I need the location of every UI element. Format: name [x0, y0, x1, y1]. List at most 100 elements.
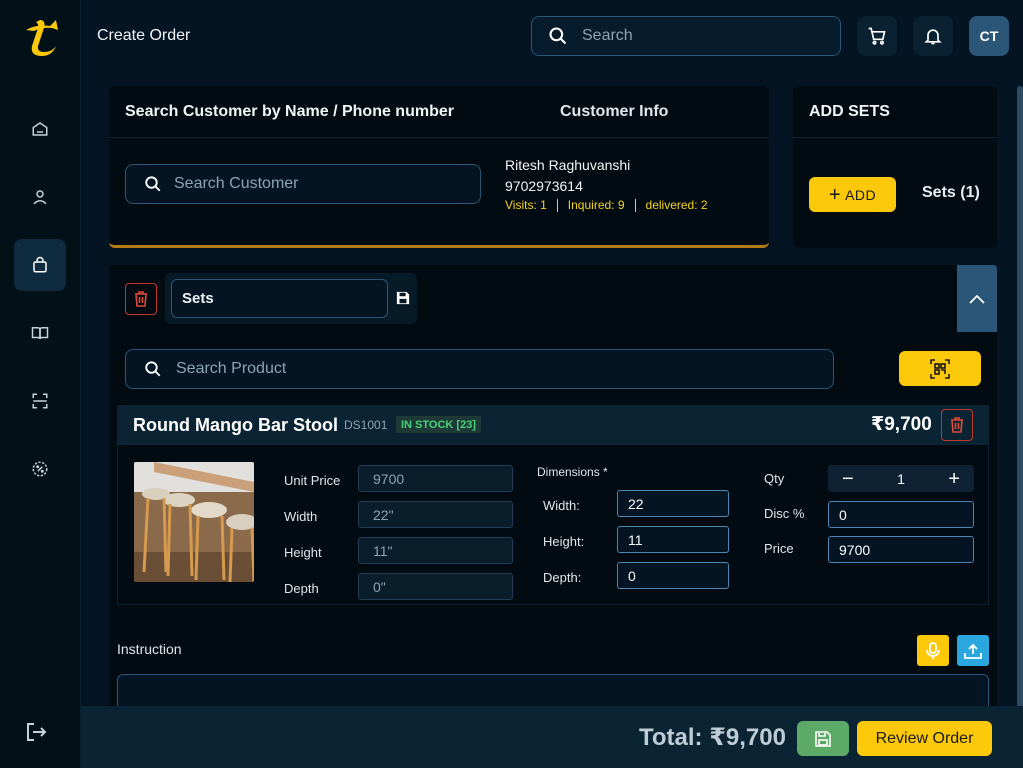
upload-button[interactable]: [957, 635, 989, 666]
scrollbar[interactable]: [1017, 86, 1023, 756]
trash-icon: [135, 291, 147, 307]
bell-icon: [924, 29, 942, 45]
price-input[interactable]: 9700: [828, 536, 974, 563]
customer-search[interactable]: [125, 164, 481, 204]
delete-set-button[interactable]: [125, 283, 157, 315]
search-icon: [145, 361, 161, 377]
product-details: Unit Price 9700 Width 22" Height 11" Dep…: [117, 445, 989, 605]
unit-price-label: Unit Price: [284, 473, 341, 488]
global-search-input[interactable]: [582, 27, 822, 45]
customer-card: Search Customer by Name / Phone number C…: [109, 86, 769, 248]
product-price: ₹9,700: [871, 414, 932, 435]
increment-button[interactable]: +: [948, 469, 960, 489]
discount-icon: [32, 461, 48, 477]
height-label: Height: [284, 545, 322, 560]
width-label: Width: [284, 509, 318, 524]
quantity-stepper[interactable]: − 1 +: [828, 465, 974, 492]
product-code: DS1001: [344, 418, 388, 432]
customer-name: Ritesh Raghuvanshi: [505, 157, 631, 173]
instruction-label: Instruction: [117, 641, 182, 657]
delete-product-button[interactable]: [941, 409, 973, 441]
sidebar-item-catalog[interactable]: [14, 307, 66, 359]
sidebar-item-home[interactable]: [14, 103, 66, 155]
sidebar: [0, 0, 81, 768]
plus-icon: +: [828, 183, 842, 206]
divider: [109, 137, 769, 138]
page-title: Create Order: [97, 27, 191, 44]
order-total: Total: ₹9,700: [639, 724, 786, 751]
sets-count: Sets (1): [922, 184, 980, 201]
sidebar-item-users[interactable]: [14, 171, 66, 223]
unit-price-field: 9700: [358, 465, 513, 492]
customer-search-heading: Search Customer by Name / Phone number: [125, 103, 454, 120]
product-search[interactable]: [125, 349, 834, 389]
dim-depth-input[interactable]: 0: [617, 562, 729, 589]
qr-code-icon: [930, 358, 950, 379]
qr-scan-button[interactable]: [899, 351, 981, 386]
sets-heading: ADD SETS: [809, 103, 890, 120]
sidebar-item-orders[interactable]: [14, 239, 66, 291]
decrement-button[interactable]: −: [842, 469, 854, 489]
cart-icon: [868, 27, 886, 45]
depth-field: 0": [358, 573, 513, 600]
cart-button[interactable]: [857, 16, 897, 56]
customer-search-input[interactable]: [174, 175, 454, 193]
app-logo[interactable]: [22, 16, 60, 58]
sidebar-item-discounts[interactable]: [14, 443, 66, 495]
dim-height-input[interactable]: 11: [617, 526, 729, 553]
notifications-button[interactable]: [913, 16, 953, 56]
sidebar-item-scan[interactable]: [14, 375, 66, 427]
discount-label: Disc %: [764, 506, 805, 521]
product-search-input[interactable]: [176, 360, 776, 378]
avatar[interactable]: CT: [969, 16, 1009, 56]
customer-phone: 9702973614: [505, 178, 583, 194]
user-icon: [33, 190, 47, 205]
separator: [634, 198, 636, 212]
product-name: Round Mango Bar Stool: [133, 415, 338, 435]
dimensions-label: Dimensions *: [537, 465, 608, 479]
trash-icon: [951, 417, 963, 433]
microphone-icon: [926, 641, 940, 659]
qty-label: Qty: [764, 471, 785, 486]
voice-input-button[interactable]: [917, 635, 949, 666]
review-order-button[interactable]: Review Order: [857, 721, 992, 756]
upload-icon: [964, 643, 982, 659]
dim-depth-label: Depth:: [543, 570, 582, 585]
dim-height-label: Height:: [543, 534, 585, 549]
customer-delivered: delivered: 2: [645, 198, 708, 212]
save-order-button[interactable]: [797, 721, 849, 756]
separator: [556, 198, 558, 212]
discount-input[interactable]: 0: [828, 501, 974, 528]
set-name-wrapper: Sets: [165, 273, 417, 324]
customer-info-heading: Customer Info: [560, 103, 669, 120]
home-icon: [32, 122, 48, 136]
height-field: 11": [358, 537, 513, 564]
search-icon: [549, 27, 567, 45]
global-search[interactable]: [531, 16, 841, 56]
customer-inquired: Inquired: 9: [567, 198, 625, 212]
scan-icon: [32, 393, 48, 409]
save-icon[interactable]: [396, 291, 410, 305]
price-label: Price: [764, 541, 794, 556]
add-set-label: ADD: [845, 186, 877, 203]
depth-label: Depth: [284, 581, 319, 596]
collapse-button[interactable]: [957, 265, 997, 332]
chevron-up-icon: [969, 294, 985, 304]
dim-width-label: Width:: [543, 498, 580, 513]
book-icon: [31, 327, 49, 340]
search-icon: [145, 176, 161, 192]
dim-width-input[interactable]: 22: [617, 490, 729, 517]
shopping-bag-icon: [33, 256, 47, 273]
quantity-value: 1: [897, 470, 905, 487]
product-header: Round Mango Bar Stool DS1001 IN STOCK [2…: [117, 405, 989, 445]
divider: [793, 137, 997, 138]
product-image: [134, 462, 254, 582]
add-set-button[interactable]: + ADD: [809, 177, 896, 212]
logout-button[interactable]: [22, 718, 50, 746]
customer-visits: Visits: 1: [505, 198, 547, 212]
set-name-field[interactable]: Sets: [171, 279, 388, 318]
width-field: 22": [358, 501, 513, 528]
order-panel: Sets Round Mango Bar Stool DS1001 IN STO…: [109, 265, 997, 715]
footer: Total: ₹9,700 Review Order: [81, 706, 1023, 768]
logout-icon: [27, 723, 47, 741]
